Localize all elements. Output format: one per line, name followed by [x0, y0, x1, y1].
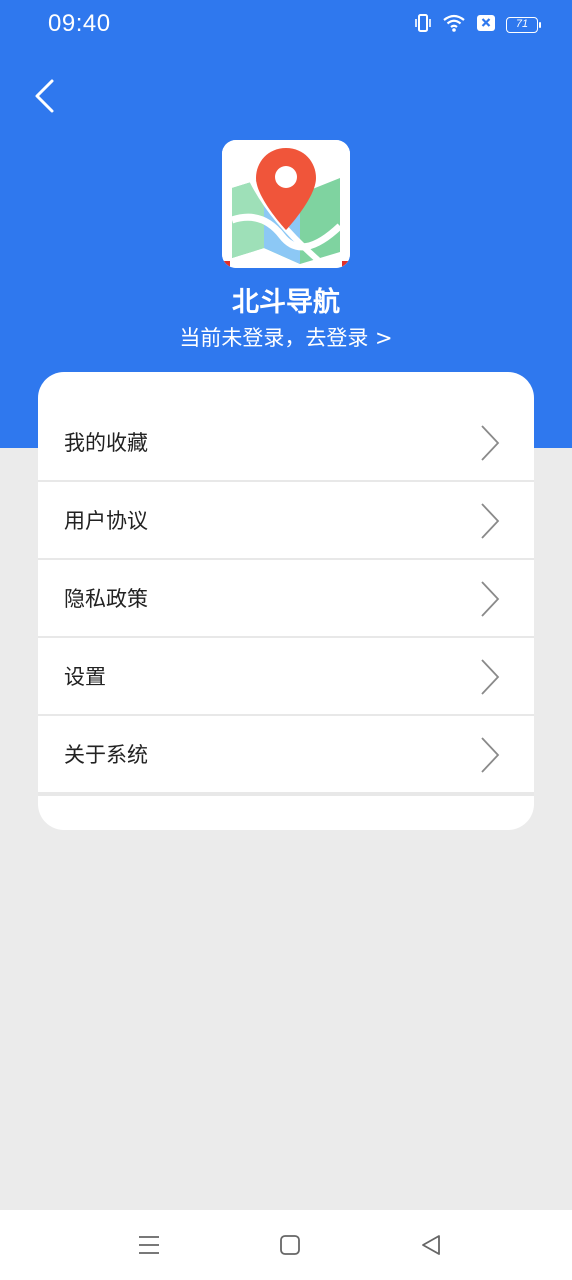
chevron-right-icon: [481, 425, 500, 461]
menu-item-privacy-policy[interactable]: 隐私政策: [38, 560, 534, 638]
status-icons: 71: [414, 13, 541, 37]
menu-item-label: 用户协议: [64, 509, 148, 533]
chevron-left-icon: [35, 79, 54, 113]
chevron-right-icon: [481, 503, 500, 539]
back-triangle-icon: [422, 1235, 440, 1255]
battery-icon: 71: [506, 17, 541, 33]
app-logo: [222, 140, 350, 268]
menu-item-user-agreement[interactable]: 用户协议: [38, 482, 534, 560]
recent-apps-button[interactable]: [134, 1230, 164, 1260]
home-square-icon: [280, 1235, 300, 1255]
menu-item-label: 关于系统: [64, 743, 148, 767]
system-back-button[interactable]: [416, 1230, 446, 1260]
map-pin-icon: [222, 140, 350, 268]
menu-item-settings[interactable]: 设置: [38, 638, 534, 716]
system-nav-bar: [0, 1210, 572, 1280]
wifi-icon: [442, 13, 466, 37]
menu-item-label: 隐私政策: [64, 587, 148, 611]
app-name: 北斗导航: [232, 287, 340, 318]
login-link[interactable]: 当前未登录，去登录 >: [0, 322, 572, 352]
chevron-right-icon: [481, 581, 500, 617]
home-button[interactable]: [275, 1230, 305, 1260]
menu-item-label: 我的收藏: [64, 431, 148, 455]
chevron-right-icon: [481, 737, 500, 773]
no-sim-icon: [476, 14, 496, 36]
vibrate-icon: [414, 13, 432, 37]
menu-icon: [139, 1236, 159, 1254]
menu-item-favorites[interactable]: 我的收藏: [38, 404, 534, 482]
menu-list: 我的收藏 用户协议 隐私政策 设置 关于系统: [38, 404, 534, 796]
menu-card: 我的收藏 用户协议 隐私政策 设置 关于系统: [38, 372, 534, 830]
status-bar: 09:40 71: [0, 0, 572, 50]
back-button[interactable]: [22, 74, 66, 118]
chevron-right-icon: [481, 659, 500, 695]
status-time: 09:40: [48, 10, 111, 37]
menu-item-label: 设置: [64, 665, 106, 689]
menu-item-about[interactable]: 关于系统: [38, 716, 534, 796]
